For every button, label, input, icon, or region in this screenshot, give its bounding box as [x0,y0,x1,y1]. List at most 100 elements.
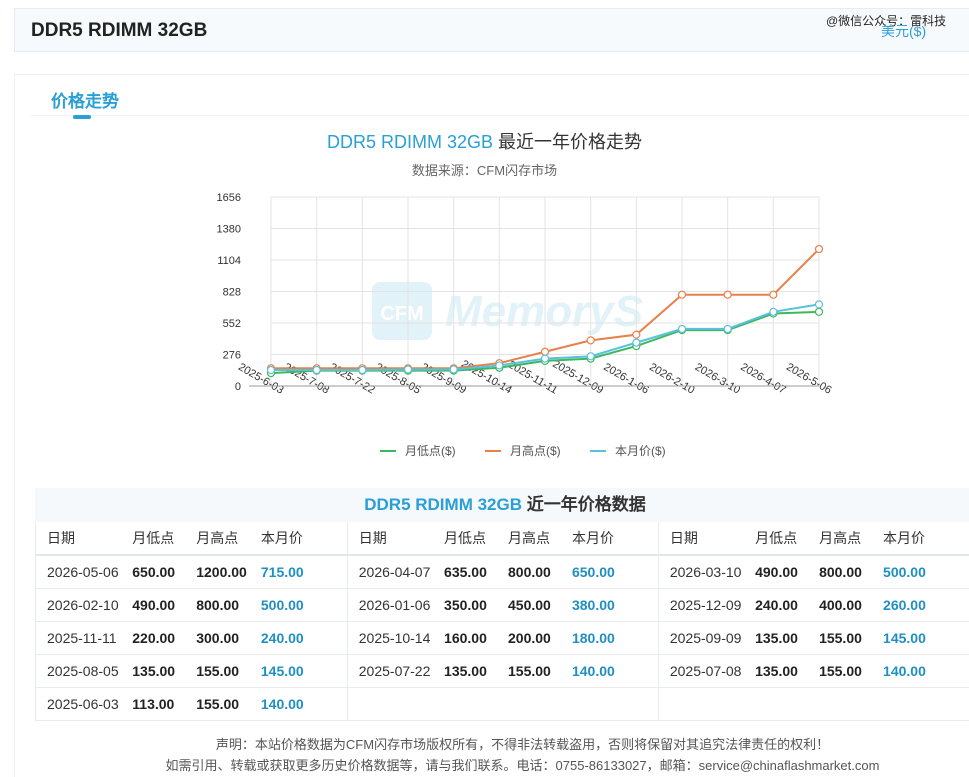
cell-avg [571,687,659,721]
series-point [723,324,732,334]
cell-date: 2025-10-14 [346,621,445,655]
cell-date: 2025-07-22 [346,654,445,688]
cell-high: 155.00 [819,654,884,688]
series-point [540,354,550,363]
watermark-logo-text: CFM [380,303,423,325]
y-tick-label: 1104 [217,255,241,267]
cell-low [444,687,508,721]
cell-high: 800.00 [196,588,261,622]
cell-avg [883,687,969,721]
watermark-text: MemoryS [445,287,643,336]
cell-high: 450.00 [508,588,572,622]
x-tick-label: 2025-12-09 [550,358,605,397]
cell-high: 155.00 [196,687,261,721]
series-point [312,365,321,375]
footer-contact: 如需引用、转载或获取更多历史价格数据等，请与我们联系。电话：0755-86133… [165,758,880,773]
cell-avg: 180.00 [571,621,659,655]
cell-low: 635.00 [444,555,508,589]
cell-low: 135.00 [444,654,508,688]
table-row: 2025-08-05 135.00 155.00 145.00 2025-07-22 13… [35,654,969,688]
y-tick-label: 552 [223,318,241,330]
cell-avg: 380.00 [571,588,659,622]
series-point [814,307,824,316]
series-point [769,307,778,316]
series-point [586,336,595,345]
cell-low: 135.00 [755,654,820,688]
cell-high: 155.00 [508,654,572,688]
cell-low: 113.00 [132,687,197,721]
header-high: 月高点 [508,522,572,556]
cell-high: 300.00 [196,621,261,655]
series-point [677,290,687,299]
cell-low: 650.00 [132,555,197,589]
footer-disclaimer: 声明：本站价格数据为CFM闪存市场版权所有，不得非法转载盗用，否则将保留对其追究… [215,737,830,752]
cell-date: 2025-09-09 [657,621,756,655]
header-high: 月高点 [196,522,261,556]
cell-date: 2026-05-06 [35,555,133,589]
table-row: 2025-06-03 113.00 155.00 140.00 [35,687,969,721]
cell-avg: 240.00 [260,621,348,655]
y-tick-label: 1380 [217,224,241,236]
table-title: DDR5 RDIMM 32GB 近一年价格数据 [35,488,969,522]
legend-label-2: 本月价($) [615,444,666,458]
cell-avg: 145.00 [260,654,348,688]
cell-low: 160.00 [444,621,508,655]
y-tick-label: 1656 [217,192,241,204]
header-high: 月高点 [819,522,884,556]
cell-high: 400.00 [819,588,884,622]
series-point [495,361,504,370]
header-avg: 本月价 [883,522,969,556]
wechat-watermark: @微信公众号：雷科技 [826,14,947,28]
cell-avg: 715.00 [260,555,348,589]
table-title-suffix: 近一年价格数据 [522,495,646,514]
series-point [540,347,550,356]
y-tick-label: 0 [235,381,241,393]
table-row: 2026-05-06 650.00 1200.00 715.00 2026-04-07 6… [35,555,969,589]
header-date: 日期 [346,522,445,556]
cell-low: 135.00 [755,621,820,655]
cell-high: 155.00 [819,621,884,655]
x-tick-label: 2025-7-08 [282,361,331,396]
header-low: 月低点 [444,522,508,556]
header-date: 日期 [35,522,133,556]
cell-high: 1200.00 [196,555,261,589]
cell-high [508,687,572,721]
cell-date: 2026-03-10 [657,555,756,589]
series-point [449,365,458,374]
x-tick-label: 2026-3-10 [693,361,742,396]
cell-avg: 145.00 [883,621,969,655]
series-point [677,324,687,334]
cell-high: 800.00 [508,555,572,589]
cell-date: 2025-07-08 [657,654,756,688]
cell-high: 200.00 [508,621,572,655]
cell-date: 2025-06-03 [35,687,133,721]
cell-low: 490.00 [755,555,820,589]
cell-low: 350.00 [444,588,508,622]
series-point [814,244,824,254]
x-tick-label: 2025-7-22 [327,361,376,396]
cell-high: 155.00 [196,654,261,688]
table-row: 2026-02-10 490.00 800.00 500.00 2026-01-06 35… [35,588,969,622]
header-avg: 本月价 [571,522,659,556]
cell-date [346,687,445,721]
chart-watermark: CFM MemoryS [372,282,643,340]
series-point [586,352,595,361]
cell-date: 2025-11-11 [35,621,133,655]
cell-date: 2025-08-05 [35,654,133,688]
cell-avg: 140.00 [571,654,659,688]
x-tick-label: 2026-5-06 [784,361,833,396]
table-row: 2025-11-11 220.00 300.00 240.00 2025-10-14 16… [35,621,969,655]
cell-avg: 260.00 [883,588,969,622]
header-avg: 本月价 [260,522,348,556]
cell-high: 800.00 [819,555,884,589]
cell-avg: 140.00 [883,654,969,688]
cell-low: 240.00 [755,588,820,622]
series-point [814,300,824,309]
y-tick-label: 828 [223,287,241,299]
price-data-table: 日期 月低点 月高点 本月价 日期 月低点 月高点 本月价 日期 月低点 月高点… [35,522,969,721]
cell-date [657,687,756,721]
cell-low: 220.00 [132,621,197,655]
y-tick-label: 276 [223,350,241,362]
header-date: 日期 [657,522,756,556]
x-tick-label: 2026-2-10 [647,361,696,396]
